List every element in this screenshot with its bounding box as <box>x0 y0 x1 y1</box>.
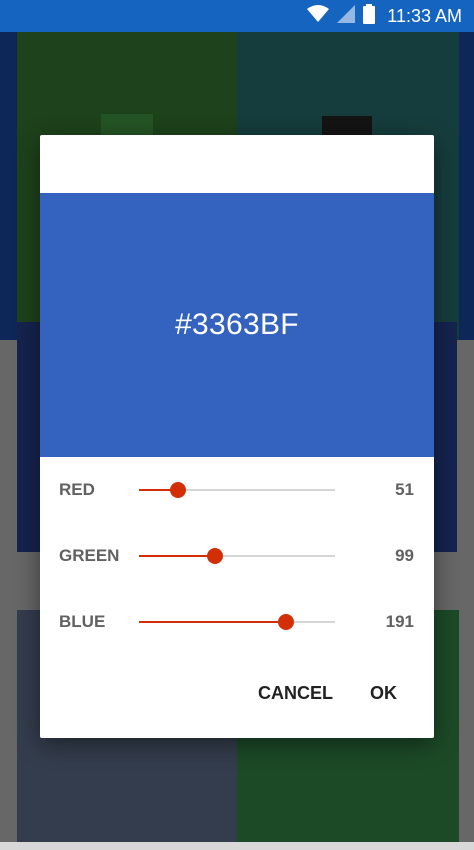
blue-slider[interactable] <box>139 614 335 630</box>
blue-slider-row: BLUE 191 <box>40 602 434 642</box>
status-time: 11:33 AM <box>387 5 462 26</box>
red-value: 51 <box>395 480 414 499</box>
red-slider[interactable] <box>139 482 335 498</box>
green-slider-fill <box>139 555 216 557</box>
status-bar: 11:33 AM <box>0 0 474 32</box>
red-slider-row: RED 51 <box>40 470 434 510</box>
color-preview: #3363BF <box>40 193 434 457</box>
hex-value-label: #3363BF <box>175 308 299 341</box>
wifi-icon <box>307 4 330 28</box>
red-slider-thumb[interactable] <box>170 482 187 498</box>
blue-value: 191 <box>385 612 414 631</box>
red-label: RED <box>59 480 95 499</box>
blue-slider-fill <box>139 621 286 623</box>
green-slider-row: GREEN 99 <box>40 536 434 576</box>
green-value: 99 <box>395 546 414 565</box>
green-slider[interactable] <box>139 548 335 564</box>
cancel-button[interactable]: CANCEL <box>254 673 337 713</box>
battery-icon <box>363 3 376 29</box>
cell-signal-icon <box>337 4 356 28</box>
blue-slider-thumb[interactable] <box>277 614 294 630</box>
blue-label: BLUE <box>59 612 106 631</box>
ok-button[interactable]: OK <box>366 673 401 713</box>
green-label: GREEN <box>59 546 120 565</box>
color-picker-dialog: #3363BF RED 51 GREEN 99 BLUE 191 CANCEL … <box>40 135 434 738</box>
green-slider-thumb[interactable] <box>207 548 224 564</box>
